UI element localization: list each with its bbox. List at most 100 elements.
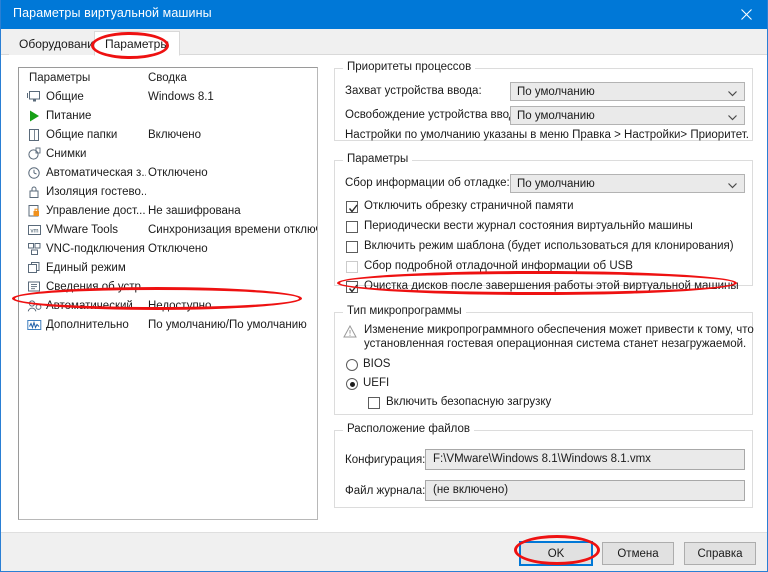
list-item-label: Автоматический ... [46,300,146,312]
config-file-label: Конфигурация: [345,454,426,466]
list-item-summary: Включено [148,129,202,141]
checkbox-label: Очистка дисков после завершения работы э… [364,280,739,292]
tab-options[interactable]: Параметры [94,31,180,56]
warning-triangle-icon [343,324,357,338]
log-file-field[interactable]: (не включено) [425,480,745,501]
settings-list[interactable]: Параметры Сводка Общие Windows 8.1 Питан… [18,67,318,520]
help-button[interactable]: Справка [684,542,756,565]
firmware-warning-line1: Изменение микропрограммного обеспечения … [364,324,754,336]
shared-folder-icon [27,128,42,142]
clock-icon [27,166,42,180]
cancel-button[interactable]: Отмена [602,542,674,565]
vnc-icon [27,242,42,256]
config-file-field[interactable]: F:\VMware\Windows 8.1\Windows 8.1.vmx [425,449,745,470]
log-file-label: Файл журнала: [345,485,426,497]
log-file-value: (не включено) [433,484,509,496]
release-input-combo[interactable]: По умолчанию [510,106,745,125]
checkbox-box [346,281,358,293]
list-rows: Общие Windows 8.1 Питание Общие папки Вк… [19,88,317,335]
ok-button[interactable]: OK [519,541,593,566]
debug-info-value: По умолчанию [517,178,595,190]
settings-group-title: Параметры [343,153,413,165]
list-item[interactable]: Управление дост... Не зашифрована [19,202,317,221]
list-item-label: Автоматическая з... [46,167,146,179]
access-control-icon [27,204,42,218]
checkbox-box [368,397,380,409]
list-item[interactable]: VNC-подключения Отключено [19,240,317,259]
dialog-footer: OK Отмена Справка [1,532,767,571]
radio-label: BIOS [363,358,391,370]
list-item-summary: Windows 8.1 [148,91,214,103]
check-tick-icon [348,201,359,213]
list-item[interactable]: Изоляция гостево... [19,183,317,202]
list-item-label: Питание [46,110,92,122]
list-item-label: Дополнительно [46,319,129,331]
firmware-warning-line2: установленная гостевая операционная сист… [364,338,747,350]
title-bar: Параметры виртуальной машины [1,0,767,29]
checkbox-label: Включить безопасную загрузку [386,396,552,408]
list-item-summary: Не зашифрована [148,205,241,217]
chevron-down-icon [727,178,738,189]
dialog-content: Параметры Сводка Общие Windows 8.1 Питан… [1,55,767,532]
process-priority-title: Приоритеты процессов [343,61,476,73]
checkbox-label: Сбор подробной отладочной информации об … [364,260,633,272]
list-item[interactable]: Сведения об устр... [19,278,317,297]
list-item-summary: По умолчанию/По умолчанию [148,319,307,331]
process-priority-group: Приоритеты процессов Захват устройства в… [334,61,753,141]
list-item[interactable]: Общие Windows 8.1 [19,88,317,107]
list-item[interactable]: Общие папки Включено [19,126,317,145]
list-item-summary: Недоступно [148,300,212,312]
device-info-icon [27,280,42,294]
radio-circle [346,378,358,390]
list-item[interactable]: Автоматическая з... Отключено [19,164,317,183]
lock-icon [27,185,42,199]
debug-info-combo[interactable]: По умолчанию [510,174,745,193]
chevron-down-icon [727,110,738,121]
checkbox-box [346,221,358,233]
list-item[interactable]: Питание [19,107,317,126]
grab-input-value: По умолчанию [517,86,595,98]
config-file-value: F:\VMware\Windows 8.1\Windows 8.1.vmx [433,453,651,465]
list-item[interactable]: vm VMware Tools Синхронизация времени от… [19,221,317,240]
list-header-name: Параметры [29,72,91,84]
list-item-label: Общие папки [46,129,118,141]
checkbox-label: Отключить обрезку страничной памяти [364,200,574,212]
radio-circle [346,359,358,371]
settings-group: Параметры Сбор информации об отладке: По… [334,153,753,293]
list-item[interactable]: Снимки [19,145,317,164]
vmware-tools-icon: vm [27,223,42,237]
list-item-label: Сведения об устр... [46,281,146,293]
list-item-label: VMware Tools [46,224,119,236]
unity-icon [27,261,42,275]
list-item-label: VNC-подключения [46,243,145,255]
file-location-group: Расположение файлов Конфигурация: F:\VMw… [334,423,753,508]
firmware-title: Тип микропрограммы [343,305,466,317]
snapshot-icon [27,147,42,161]
radio-dot [349,381,355,387]
chevron-down-icon [727,86,738,97]
firmware-group: Тип микропрограммы Изменение микропрогра… [334,305,754,415]
debug-info-label: Сбор информации об отладке: [345,177,510,189]
tab-strip: Оборудование Параметры [1,29,767,56]
advanced-icon [27,318,42,332]
list-item-label: Снимки [46,148,87,160]
list-item-label: Изоляция гостево... [46,186,146,198]
svg-text:vm: vm [31,228,39,234]
radio-label: UEFI [363,377,390,389]
checkbox-label: Включить режим шаблона (будет использова… [364,240,734,252]
list-item[interactable]: Автоматический ... Недоступно [19,297,317,316]
autologin-icon [27,299,42,313]
list-item[interactable]: Единый режим [19,259,317,278]
list-item-summary: Отключено [148,167,208,179]
list-item-advanced[interactable]: Дополнительно По умолчанию/По умолчанию [19,316,317,335]
grab-input-label: Захват устройства ввода: [345,85,482,97]
close-icon[interactable] [723,0,767,29]
release-input-label: Освобождение устройства ввода: [345,109,526,121]
release-input-value: По умолчанию [517,110,595,122]
vm-settings-dialog: Параметры виртуальной машины Оборудовани… [0,0,768,572]
file-location-title: Расположение файлов [343,423,474,435]
list-item-label: Общие [46,91,84,103]
list-item-label: Управление дост... [46,205,146,217]
grab-input-combo[interactable]: По умолчанию [510,82,745,101]
window-title: Параметры виртуальной машины [13,6,212,20]
